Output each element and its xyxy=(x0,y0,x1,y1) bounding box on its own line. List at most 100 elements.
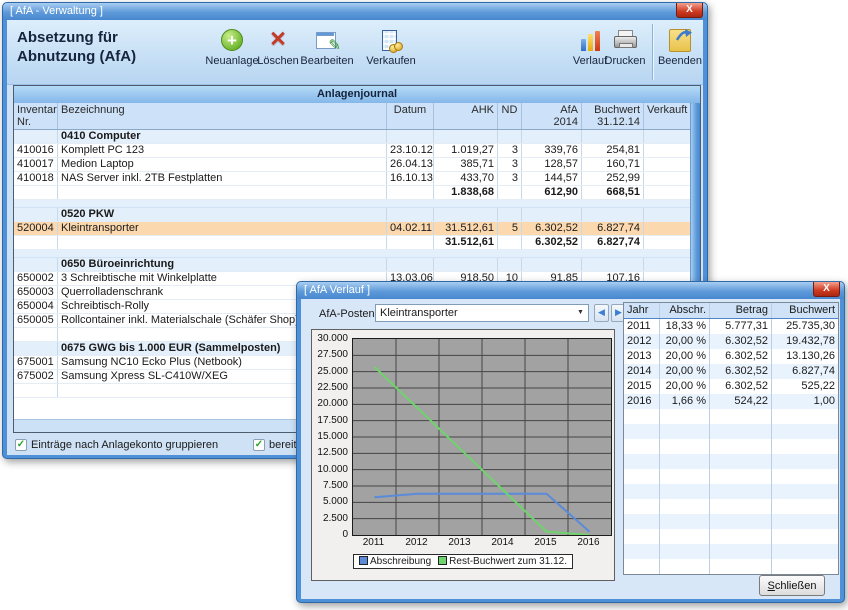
dialog-titlebar[interactable]: [ AfA Verlauf ] X xyxy=(297,282,844,299)
schliessen-button[interactable]: Schließen xyxy=(759,575,825,596)
main-titlebar[interactable]: [ AfA - Verwaltung ] X xyxy=(3,3,707,20)
verlauf-cell xyxy=(624,484,660,499)
journal-row-item[interactable]: 520004Kleintransporter04.02.1131.512,615… xyxy=(14,222,690,236)
journal-column-header[interactable]: AfA 2014 xyxy=(522,103,582,129)
verlauf-row[interactable]: 201118,33 %5.777,3125.735,30 xyxy=(624,319,838,334)
journal-cell-afa: 6.302,52 xyxy=(522,222,582,235)
journal-cell-bezeichnung: Kleintransporter xyxy=(58,222,387,235)
verlauf-row[interactable]: 201420,00 %6.302,526.827,74 xyxy=(624,364,838,379)
journal-cell-buchwert xyxy=(582,130,644,143)
verlauf-cell: 25.735,30 xyxy=(772,319,838,334)
verlauf-cell xyxy=(624,559,660,574)
x-tick-label: 2016 xyxy=(569,537,609,548)
verlauf-cell xyxy=(710,424,772,439)
journal-cell-verkauft xyxy=(644,130,690,143)
verlauf-column-header[interactable]: Abschr. xyxy=(660,303,710,318)
y-tick-label: 15.000 xyxy=(312,431,348,442)
verlauf-cell: 525,22 xyxy=(772,379,838,394)
plus-icon: + xyxy=(221,29,243,51)
journal-cell-verkauft xyxy=(644,236,690,249)
bearbeiten-label: Bearbeiten xyxy=(299,55,355,67)
verlauf-cell xyxy=(710,559,772,574)
journal-column-header[interactable]: Inventar Nr. xyxy=(14,103,58,129)
verlauf-cell xyxy=(624,409,660,424)
check-icon: ✓ xyxy=(17,439,25,450)
journal-cell-datum: 26.04.13 xyxy=(387,158,434,171)
journal-column-header[interactable]: Verkauft xyxy=(644,103,690,129)
main-close-button[interactable]: X xyxy=(676,3,703,18)
verlauf-row[interactable]: 201320,00 %6.302,5213.130,26 xyxy=(624,349,838,364)
verlauf-cell: 5.777,31 xyxy=(710,319,772,334)
journal-cell-ahk: 31.512,61 xyxy=(434,222,498,235)
verlauf-row[interactable]: 20161,66 %524,221,00 xyxy=(624,394,838,409)
verlauf-empty-row xyxy=(624,409,838,424)
journal-column-header[interactable]: Bezeichnung xyxy=(58,103,387,129)
verlauf-row[interactable]: 201520,00 %6.302,52525,22 xyxy=(624,379,838,394)
verkaufen-button[interactable]: Verkaufen xyxy=(365,26,417,67)
verlauf-cell: 6.302,52 xyxy=(710,379,772,394)
verlauf-column-header[interactable]: Betrag xyxy=(710,303,772,318)
journal-cell-verkauft xyxy=(644,208,690,221)
afa-posten-label: AfA-Posten: xyxy=(319,308,378,320)
journal-row-item[interactable]: 410016Komplett PC 12323.10.121.019,27333… xyxy=(14,144,690,158)
journal-cell-verkauft xyxy=(644,158,690,171)
journal-cell-afa xyxy=(522,130,582,143)
verlauf-cell xyxy=(710,544,772,559)
journal-cell-nr xyxy=(14,258,58,271)
journal-column-header[interactable]: Datum xyxy=(387,103,434,129)
journal-row-sum: 1.838,68612,90668,51 xyxy=(14,186,690,200)
verlauf-cell xyxy=(772,484,838,499)
bearbeiten-button[interactable]: ✎ Bearbeiten xyxy=(299,26,355,67)
verlauf-cell: 20,00 % xyxy=(660,379,710,394)
x-tick-label: 2013 xyxy=(440,537,480,548)
journal-cell-bezeichnung: 0520 PKW xyxy=(58,208,387,221)
journal-column-header[interactable]: Buchwert 31.12.14 xyxy=(582,103,644,129)
journal-cell-ahk xyxy=(434,258,498,271)
verlauf-row[interactable]: 201220,00 %6.302,5219.432,78 xyxy=(624,334,838,349)
drucken-button[interactable]: Drucken xyxy=(603,26,647,67)
verlauf-cell xyxy=(772,469,838,484)
previous-posten-button[interactable]: ◀ xyxy=(594,304,609,322)
dropdown-arrow-icon[interactable]: ▼ xyxy=(574,305,587,321)
verlauf-cell: 6.302,52 xyxy=(710,364,772,379)
sell-building-icon xyxy=(379,29,403,51)
verlauf-empty-row xyxy=(624,454,838,469)
verlauf-cell xyxy=(624,439,660,454)
verlauf-cell xyxy=(660,559,710,574)
journal-cell-datum xyxy=(387,130,434,143)
journal-row-spacer xyxy=(14,250,690,258)
verlauf-column-header[interactable]: Buchwert xyxy=(772,303,838,318)
verlauf-cell: 1,66 % xyxy=(660,394,710,409)
dialog-close-button[interactable]: X xyxy=(813,282,840,297)
verlauf-cell xyxy=(624,469,660,484)
journal-column-header[interactable]: AHK xyxy=(434,103,498,129)
loeschen-button[interactable]: ✕ Löschen xyxy=(257,26,299,67)
journal-cell-bezeichnung: NAS Server inkl. 2TB Festplatten xyxy=(58,172,387,185)
verlauf-cell xyxy=(710,454,772,469)
journal-cell-ahk xyxy=(434,130,498,143)
verlauf-cell xyxy=(710,529,772,544)
delete-x-icon: ✕ xyxy=(269,29,287,51)
verlauf-empty-row xyxy=(624,514,838,529)
journal-cell-nd: 3 xyxy=(498,144,522,157)
y-tick-label: 20.000 xyxy=(312,398,348,409)
journal-cell-afa: 6.302,52 xyxy=(522,236,582,249)
journal-row-item[interactable]: 410017Medion Laptop26.04.13385,713128,57… xyxy=(14,158,690,172)
neuanlage-button[interactable]: + Neuanlage xyxy=(204,26,260,67)
journal-row-item[interactable]: 410018NAS Server inkl. 2TB Festplatten16… xyxy=(14,172,690,186)
beenden-button[interactable]: Beenden xyxy=(657,26,703,67)
journal-cell-nd xyxy=(498,258,522,271)
journal-cell-nr: 650004 xyxy=(14,300,58,313)
afa-posten-combobox[interactable]: Kleintransporter ▼ xyxy=(375,304,589,322)
verlauf-column-header[interactable]: Jahr xyxy=(624,303,660,318)
group-by-account-checkbox[interactable]: ✓ Einträge nach Anlagekonto gruppieren xyxy=(15,439,218,451)
verlauf-cell xyxy=(772,514,838,529)
journal-caption: Anlagenjournal xyxy=(14,86,700,104)
edit-icon: ✎ xyxy=(315,29,339,51)
verlauf-cell: 18,33 % xyxy=(660,319,710,334)
journal-cell-afa xyxy=(522,208,582,221)
verlauf-cell xyxy=(660,529,710,544)
journal-cell-nr xyxy=(14,208,58,221)
journal-column-header[interactable]: ND xyxy=(498,103,522,129)
neuanlage-label: Neuanlage xyxy=(204,55,260,67)
